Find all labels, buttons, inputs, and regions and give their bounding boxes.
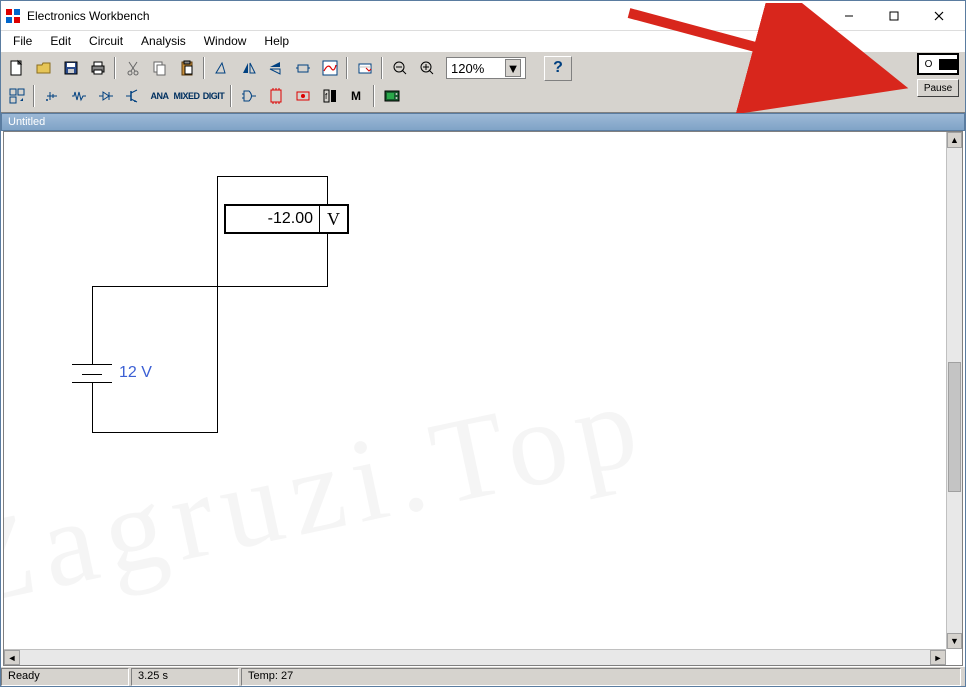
graph-button[interactable] <box>317 56 342 81</box>
menu-window[interactable]: Window <box>196 32 255 50</box>
favorites-bin[interactable] <box>4 84 29 109</box>
wire <box>327 176 328 205</box>
digital-ics-bin[interactable]: DIGIT <box>201 84 226 109</box>
menu-help[interactable]: Help <box>256 32 297 50</box>
menubar: File Edit Circuit Analysis Window Help <box>1 31 965 51</box>
wire <box>217 176 327 177</box>
rotate-button[interactable] <box>209 56 234 81</box>
mixed-ics-bin[interactable]: MIXED <box>174 84 199 109</box>
wire <box>92 432 218 433</box>
basic-bin[interactable] <box>66 84 91 109</box>
separator <box>230 85 232 107</box>
zoom-value: 120% <box>451 61 484 76</box>
wire <box>92 286 93 364</box>
power-off-icon: I <box>939 59 957 70</box>
menu-circuit[interactable]: Circuit <box>81 32 131 50</box>
vertical-scrollbar[interactable]: ▲ ▼ <box>946 132 962 649</box>
circuit-canvas[interactable]: Zagruzi.Top -12.00 V 12 V <box>3 131 963 666</box>
voltmeter-reading: -12.00 <box>226 210 319 228</box>
controls-bin[interactable]: f <box>317 84 342 109</box>
maximize-button[interactable] <box>871 2 916 30</box>
document-title: Untitled <box>1 113 965 131</box>
new-button[interactable] <box>4 56 29 81</box>
scroll-right-icon[interactable]: ► <box>930 650 946 665</box>
component-properties-button[interactable] <box>352 56 377 81</box>
save-button[interactable] <box>58 56 83 81</box>
misc-bin[interactable]: M <box>344 84 369 109</box>
zoom-out-button[interactable] <box>387 56 412 81</box>
open-button[interactable] <box>31 56 56 81</box>
toolbar-area: 120% ▼ ? ANA MIXED DIGIT f M <box>1 51 965 113</box>
separator <box>381 57 383 79</box>
minimize-button[interactable] <box>826 2 871 30</box>
chevron-down-icon: ▼ <box>505 59 521 77</box>
cut-button[interactable] <box>120 56 145 81</box>
separator <box>373 85 375 107</box>
transistors-bin[interactable] <box>120 84 145 109</box>
scroll-thumb[interactable] <box>948 362 961 492</box>
sources-bin[interactable] <box>39 84 64 109</box>
wire <box>217 286 218 433</box>
battery-plate-bottom <box>72 382 112 383</box>
analog-ics-bin[interactable]: ANA <box>147 84 172 109</box>
separator <box>346 57 348 79</box>
power-switch[interactable]: O I <box>917 53 959 75</box>
close-button[interactable] <box>916 2 961 30</box>
separator <box>33 85 35 107</box>
horizontal-scrollbar[interactable]: ◄ ► <box>4 649 946 665</box>
watermark: Zagruzi.Top <box>3 291 963 666</box>
svg-text:M: M <box>351 89 361 103</box>
instruments-bin[interactable] <box>379 84 404 109</box>
app-icon <box>5 8 21 24</box>
copy-button[interactable] <box>147 56 172 81</box>
zoom-in-button[interactable] <box>414 56 439 81</box>
wire <box>217 176 218 286</box>
separator <box>114 57 116 79</box>
print-button[interactable] <box>85 56 110 81</box>
indicators-bin[interactable] <box>290 84 315 109</box>
zoom-select[interactable]: 120% ▼ <box>446 57 526 79</box>
status-temp: Temp: 27 <box>241 668 961 686</box>
power-on-icon: O <box>920 59 938 70</box>
wire <box>217 286 328 287</box>
scroll-up-icon[interactable]: ▲ <box>947 132 962 148</box>
diodes-bin[interactable] <box>93 84 118 109</box>
logic-gates-bin[interactable] <box>236 84 261 109</box>
menu-analysis[interactable]: Analysis <box>133 32 194 50</box>
statusbar: Ready 3.25 s Temp: 27 <box>1 666 965 686</box>
battery-label: 12 V <box>119 364 152 382</box>
titlebar: Electronics Workbench <box>1 1 965 31</box>
svg-text:f: f <box>325 92 328 101</box>
menu-file[interactable]: File <box>5 32 40 50</box>
voltmeter-unit: V <box>319 206 347 232</box>
help-button[interactable]: ? <box>544 56 572 81</box>
subcircuit-button[interactable] <box>290 56 315 81</box>
paste-button[interactable] <box>174 56 199 81</box>
wire <box>327 234 328 286</box>
voltmeter[interactable]: -12.00 V <box>224 204 349 234</box>
window-title: Electronics Workbench <box>27 9 826 23</box>
wire <box>92 382 93 432</box>
menu-edit[interactable]: Edit <box>42 32 79 50</box>
digital-bin[interactable] <box>263 84 288 109</box>
wire <box>92 286 218 287</box>
battery-plate-top <box>72 364 112 365</box>
battery-plate <box>82 374 102 375</box>
pause-button[interactable]: Pause <box>917 79 959 97</box>
flip-vertical-button[interactable] <box>263 56 288 81</box>
flip-horizontal-button[interactable] <box>236 56 261 81</box>
separator <box>203 57 205 79</box>
status-time: 3.25 s <box>131 668 239 686</box>
status-ready: Ready <box>1 668 129 686</box>
scroll-left-icon[interactable]: ◄ <box>4 650 20 665</box>
scroll-down-icon[interactable]: ▼ <box>947 633 962 649</box>
